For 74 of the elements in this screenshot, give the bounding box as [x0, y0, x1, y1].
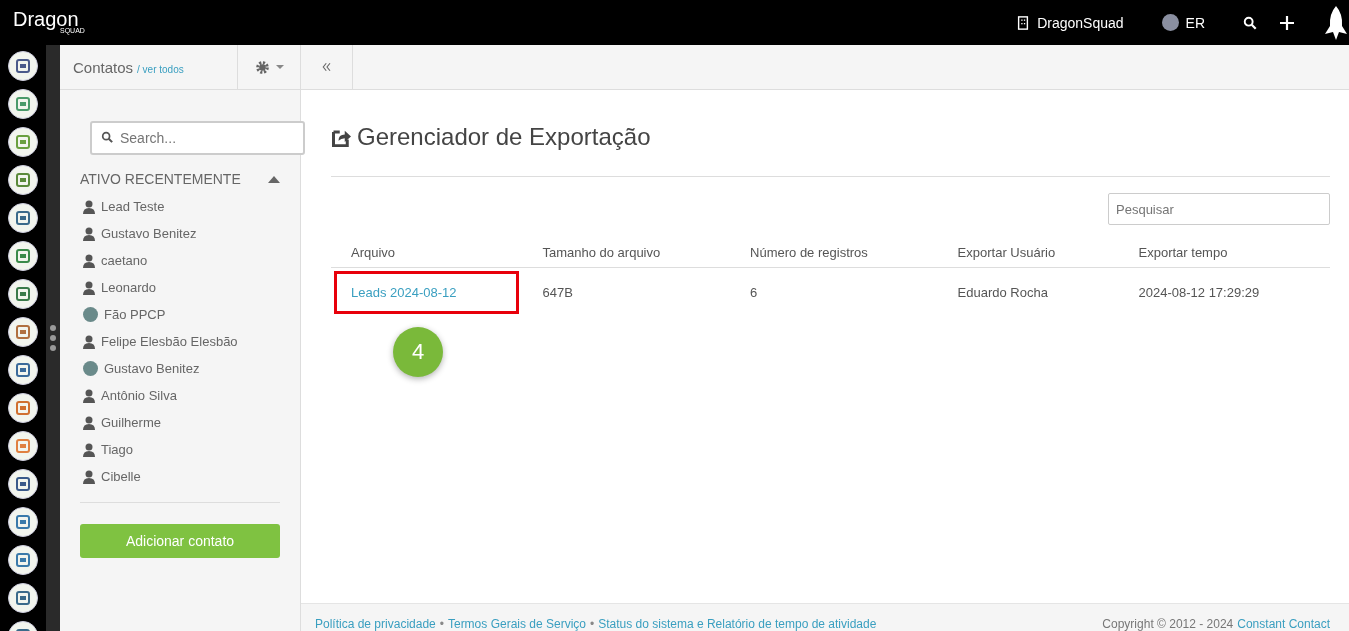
user-avatar[interactable] — [1161, 14, 1179, 31]
caret-icon — [275, 65, 284, 69]
footer-link[interactable]: Constant Contact — [1237, 617, 1330, 631]
footer-link[interactable]: Status do sistema e Relatório de tempo de atividade — [598, 617, 877, 631]
page-title: Gerenciador de Exportação — [357, 123, 651, 151]
user-initials[interactable]: ER — [1185, 14, 1205, 31]
column-header: Arquivo — [331, 239, 523, 268]
contact-link[interactable]: Gustavo Benitez — [101, 226, 197, 241]
rocket-icon[interactable] — [1325, 5, 1347, 40]
contact-link[interactable]: Tiago — [101, 442, 134, 457]
person-icon — [83, 415, 95, 430]
avatar-photo-placeholder — [83, 361, 98, 376]
table-cell: Eduardo Rocha — [957, 285, 1048, 300]
file-link[interactable]: Leads 2024-08-12 — [351, 285, 457, 300]
separator-dot: • — [590, 617, 595, 631]
contact-link[interactable]: Fão PPCP — [104, 307, 166, 322]
app-nav-button[interactable] — [8, 583, 38, 613]
building-icon — [1016, 15, 1031, 30]
app-nav-button[interactable] — [8, 431, 38, 461]
person-icon — [83, 253, 95, 268]
table-cell: 2024-08-12 17:29:29 — [1138, 285, 1260, 300]
contact-link[interactable]: Lead Teste — [101, 199, 165, 214]
contact-link[interactable]: Gustavo Benitez — [104, 361, 200, 376]
company-name[interactable]: DragonSquad — [1037, 14, 1124, 31]
person-icon — [83, 199, 95, 214]
app-nav-button[interactable] — [8, 279, 38, 309]
view-all-link[interactable]: / ver todos — [137, 63, 184, 75]
copyright-text: Copyright © 2012 - 2024 — [1102, 617, 1234, 631]
sidebar-title: Contatos — [73, 58, 134, 76]
search-field[interactable]: Pesquisar — [1108, 193, 1330, 225]
logo-wordmark: Dragon — [13, 8, 79, 30]
person-icon — [83, 442, 95, 457]
contact-link[interactable]: Guilherme — [101, 415, 161, 430]
person-icon — [83, 388, 95, 403]
step-badge: 4 — [393, 327, 443, 377]
contact-link[interactable]: Cibelle — [101, 469, 141, 484]
column-header: Exportar Usuário — [937, 239, 1119, 268]
person-icon — [83, 469, 95, 484]
contact-link[interactable]: Leonardo — [101, 280, 156, 295]
column-header: Número de registros — [730, 239, 938, 268]
resize-handle-icon[interactable] — [50, 325, 56, 351]
app-nav-button[interactable] — [8, 393, 38, 423]
app-nav-button[interactable] — [8, 165, 38, 195]
footer-link[interactable]: Política de privacidade — [315, 617, 436, 631]
app-nav-button[interactable] — [8, 203, 38, 233]
app-nav-button[interactable] — [8, 89, 38, 119]
collapse-caret-icon[interactable] — [268, 175, 280, 183]
column-header: Exportar tempo — [1118, 239, 1330, 268]
person-icon — [83, 334, 95, 349]
section-heading: ATIVO RECENTEMENTE — [80, 171, 241, 187]
separator-dot: • — [439, 617, 444, 631]
settings-icon — [254, 59, 270, 75]
app-nav-button[interactable] — [8, 127, 38, 157]
person-icon — [83, 226, 95, 241]
person-icon — [83, 280, 95, 295]
plus-icon — [1279, 14, 1295, 31]
table-cell: 647B — [542, 285, 573, 300]
search-icon — [1243, 15, 1257, 30]
contact-link[interactable]: caetano — [101, 253, 148, 268]
double-chevron-left-icon — [320, 61, 333, 73]
table-cell: 6 — [750, 285, 758, 300]
app-nav-button[interactable] — [8, 241, 38, 271]
app-nav-button[interactable] — [8, 545, 38, 575]
app-nav-button[interactable] — [8, 469, 38, 499]
avatar-photo-placeholder — [83, 307, 98, 322]
app-nav-button[interactable] — [8, 51, 38, 81]
search-field[interactable]: Search... — [90, 121, 305, 155]
contact-link[interactable]: Felipe Elesbão Elesbão — [101, 334, 238, 349]
app-nav-button[interactable] — [8, 507, 38, 537]
app-nav-button[interactable] — [8, 317, 38, 347]
column-header: Tamanho do arquivo — [522, 239, 731, 268]
app-nav-button[interactable] — [8, 355, 38, 385]
contact-link[interactable]: Antônio Silva — [101, 388, 177, 403]
footer-link[interactable]: Termos Gerais de Serviço — [447, 617, 586, 631]
